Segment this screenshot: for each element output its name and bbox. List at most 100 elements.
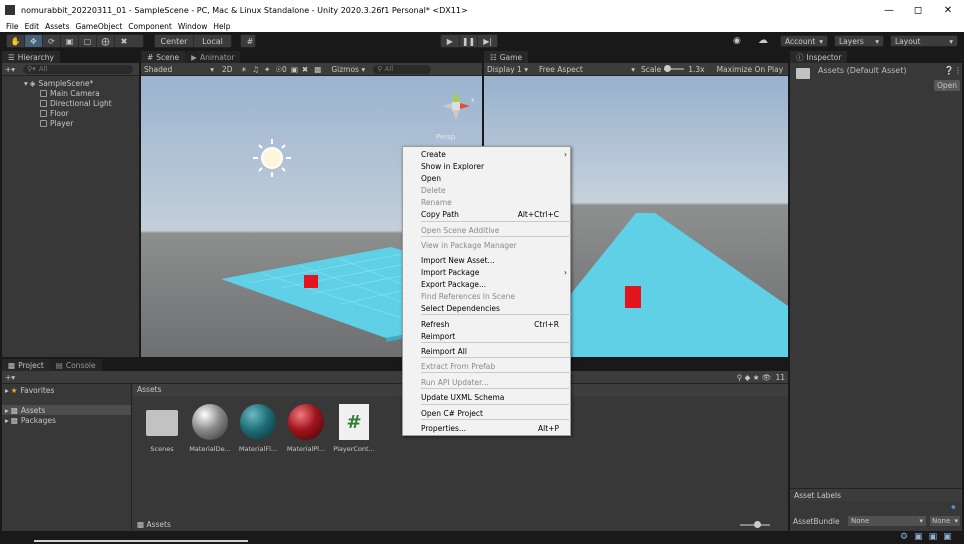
context-menu-item-update-uxml-schema[interactable]: Update UXML Schema: [421, 392, 571, 403]
tools-icon[interactable]: ✖: [302, 65, 308, 74]
tab-animator[interactable]: ▶ Animator: [185, 51, 241, 63]
context-menu-item-open-c#-project[interactable]: Open C# Project: [421, 408, 571, 419]
transform-tool-icon[interactable]: ⨁: [97, 35, 115, 47]
close-icon[interactable]: ✕: [933, 0, 963, 20]
menu-help[interactable]: Help: [213, 22, 230, 31]
context-menu-item-reimport-all[interactable]: Reimport All: [421, 346, 571, 357]
play-icon[interactable]: ▶: [441, 35, 460, 47]
context-menu-item-show-in-explorer[interactable]: Show in Explorer: [421, 161, 571, 172]
menu-edit[interactable]: Edit: [25, 22, 40, 31]
context-menu-item-export-package[interactable]: Export Package...: [421, 279, 571, 290]
context-menu-item-import-new-asset[interactable]: Import New Asset...: [421, 255, 571, 266]
step-icon[interactable]: ▶|: [478, 35, 497, 47]
context-menu-item-copy-path[interactable]: Copy Path Alt+Ctrl+C: [421, 209, 571, 220]
tab-animator-label: Animator: [199, 52, 235, 62]
shading-dropdown[interactable]: Shaded ▾: [144, 65, 214, 74]
persp-label[interactable]: Persp: [436, 133, 456, 141]
menu-assets[interactable]: Assets: [45, 22, 69, 31]
context-menu-item-open[interactable]: Open: [421, 173, 571, 184]
account-dropdown[interactable]: Account ▾: [780, 35, 828, 47]
hidden-icon[interactable]: ☉: [275, 65, 282, 74]
view-icon[interactable]: ▩: [314, 65, 321, 74]
maximize-icon[interactable]: ◻: [903, 0, 933, 20]
context-menu-item-properties[interactable]: Properties... Alt+P: [421, 423, 571, 434]
hierarchy-search-input[interactable]: ⚲▾ All: [23, 64, 134, 74]
context-menu: Create › Show in Explorer Open Delete Rename C…: [402, 146, 571, 436]
collab-icon[interactable]: ◉: [733, 36, 741, 46]
asset-material-player[interactable]: MaterialPl...: [283, 404, 329, 456]
custom-tool-icon[interactable]: ✖: [115, 35, 133, 47]
hierarchy-item-directional-light[interactable]: Directional Light: [2, 98, 139, 108]
pause-icon[interactable]: ❚❚: [460, 35, 479, 47]
scene-root-row[interactable]: ▾ ◈ SampleScene*: [2, 78, 139, 88]
context-menu-item-select-dependencies[interactable]: Select Dependencies: [421, 303, 571, 314]
context-menu-item-import-package[interactable]: Import Package ›: [421, 267, 571, 278]
add-icon[interactable]: +▾: [5, 65, 15, 74]
minimize-icon[interactable]: —: [874, 0, 904, 20]
tab-console[interactable]: ▤ Console: [49, 359, 102, 371]
tab-inspector[interactable]: ⓘ Inspector: [790, 51, 848, 63]
info-icon: ⓘ: [796, 52, 804, 62]
camera-icon[interactable]: ▣: [291, 65, 298, 74]
tab-scene[interactable]: # Scene: [141, 51, 186, 63]
variant-dropdown[interactable]: None ▾: [930, 516, 960, 526]
add-icon[interactable]: +▾: [5, 373, 15, 382]
hierarchy-item-main-camera[interactable]: Main Camera: [2, 88, 139, 98]
hierarchy-item-player[interactable]: Player: [2, 118, 139, 128]
mode-2d-toggle[interactable]: 2D: [222, 65, 233, 74]
filter-icons[interactable]: ⚲ ◆ ★ 👁: [737, 373, 772, 382]
tab-project[interactable]: ▩ Project: [2, 359, 50, 371]
menu-window[interactable]: Window: [178, 22, 208, 31]
aspect-dropdown[interactable]: Free Aspect ▾: [539, 65, 635, 74]
help-icon[interactable]: ❔⋮: [944, 66, 962, 75]
layers-dropdown[interactable]: Layers ▾: [834, 35, 884, 47]
slider-thumb[interactable]: [754, 521, 761, 528]
asset-folder-scenes[interactable]: Scenes: [139, 404, 185, 456]
player-cube[interactable]: [304, 275, 318, 288]
grid-snap-button[interactable]: #: [240, 34, 256, 48]
asset-material-default[interactable]: MaterialDe...: [187, 404, 233, 456]
gizmos-dropdown[interactable]: Gizmos ▾: [331, 65, 365, 74]
display-dropdown[interactable]: Display 1 ▾: [487, 65, 535, 74]
scene-search-input[interactable]: ⚲ All: [373, 64, 432, 74]
icon-size-slider[interactable]: [740, 521, 770, 528]
open-button[interactable]: Open: [934, 80, 960, 91]
layout-dropdown[interactable]: Layout ▾: [890, 35, 958, 47]
local-toggle[interactable]: Local: [194, 35, 231, 47]
scale-tool-icon[interactable]: ▣: [61, 35, 79, 47]
context-menu-item-reimport[interactable]: Reimport: [421, 331, 571, 342]
hierarchy-toolbar: +▾ ⚲▾ All: [2, 63, 139, 76]
label-icon[interactable]: ⚫: [950, 503, 957, 512]
tree-item-assets[interactable]: ▸ ▩ Assets: [2, 405, 131, 415]
tab-hierarchy[interactable]: ☰ Hierarchy: [2, 51, 60, 63]
context-menu-item-refresh[interactable]: Refresh Ctrl+R: [421, 319, 571, 330]
audio-icon[interactable]: ♫: [252, 65, 259, 74]
rotate-tool-icon[interactable]: ⟳: [43, 35, 61, 47]
assetbundle-dropdown[interactable]: None ▾: [848, 516, 926, 526]
transform-tools: ✋ ✥ ⟳ ▣ ▢ ⨁ ✖: [6, 34, 144, 48]
rect-tool-icon[interactable]: ▢: [79, 35, 97, 47]
tree-item-packages[interactable]: ▸ ▩ Packages: [2, 415, 131, 425]
center-toggle[interactable]: Center: [155, 35, 194, 47]
menu-gameobject[interactable]: GameObject: [76, 22, 123, 31]
move-tool-icon[interactable]: ✥: [25, 35, 43, 47]
tab-game[interactable]: ☷ Game: [484, 51, 529, 63]
asset-script-playercontroller[interactable]: # PlayerCont...: [331, 404, 377, 456]
pivot-toggles: Center Local: [154, 34, 232, 48]
context-menu-item-create[interactable]: Create ›: [421, 149, 571, 160]
status-icons[interactable]: ⚙▣▣▣: [900, 532, 958, 542]
hand-tool-icon[interactable]: ✋: [7, 35, 25, 47]
lighting-icon[interactable]: ☀: [241, 65, 248, 74]
cloud-icon[interactable]: ☁: [758, 35, 768, 46]
maximize-on-play-toggle[interactable]: Maximize On Play: [717, 65, 784, 74]
asset-material-floor[interactable]: MaterialFl...: [235, 404, 281, 456]
gizmo-count: 0: [282, 64, 287, 74]
scale-slider[interactable]: [664, 65, 685, 72]
menu-item-label: Show in Explorer: [421, 162, 485, 171]
favorites-row[interactable]: ▸ ★ Favorites: [2, 385, 131, 395]
hierarchy-item-floor[interactable]: Floor: [2, 108, 139, 118]
menu-file[interactable]: File: [6, 22, 19, 31]
menu-component[interactable]: Component: [128, 22, 172, 31]
effects-icon[interactable]: ✦: [264, 65, 270, 74]
slider-thumb[interactable]: [664, 65, 672, 72]
